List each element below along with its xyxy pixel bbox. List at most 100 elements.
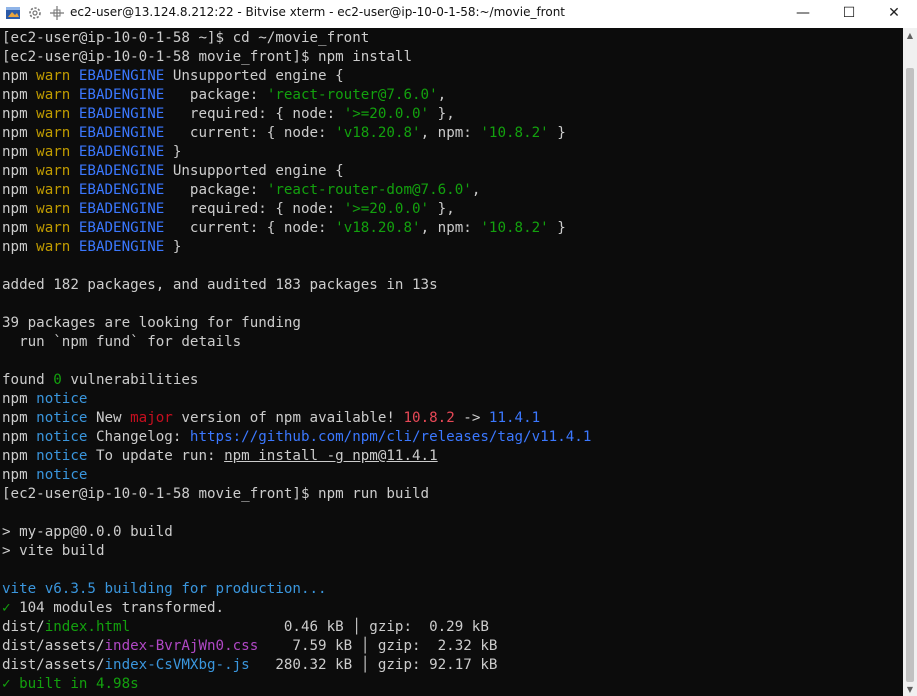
terminal-line: npm warn EBADENGINE current: { node: 'v1… [2,219,591,238]
terminal-line: npm warn EBADENGINE current: { node: 'v1… [2,124,591,143]
terminal-text-segment: EBADENGINE [78,163,165,179]
gear-icon[interactable] [26,4,44,22]
terminal-text-segment: current: { node: [164,125,336,141]
terminal-text-segment: 'react-router@7.6.0' [266,87,438,103]
terminal-line: npm warn EBADENGINE package: 'react-rout… [2,181,591,200]
terminal-text-segment: Unsupported engine { [164,163,344,179]
terminal-text-segment: run `npm fund` for details [2,334,242,350]
terminal-line: vite v6.3.5 building for production... [2,580,591,599]
terminal-text-segment: index-CsVMXbg-.js [104,657,250,673]
close-icon: ✕ [888,5,900,21]
terminal-text-segment: dist/assets/ [2,657,105,673]
terminal-line: found 0 vulnerabilities [2,371,591,390]
terminal-text-segment: 280.32 kB │ gzip: 92.17 kB [249,657,498,673]
move-crosshair-icon[interactable] [48,4,66,22]
bitvise-app-icon[interactable] [4,4,22,22]
terminal-text-segment: npm [2,391,37,407]
terminal-text-segment: npm [2,448,37,464]
terminal-text-segment: https://github.com/npm/cli/releases/tag/… [189,429,592,445]
terminal-line: dist/assets/index-CsVMXbg-.js 280.32 kB … [2,656,591,675]
terminal-text-segment: package: [164,182,267,198]
terminal-text-segment: EBADENGINE [78,220,165,236]
terminal-text-segment: warn [36,68,71,84]
terminal-line: npm notice New major version of npm avai… [2,409,591,428]
terminal-text-segment: To update run: [87,448,225,464]
terminal-text-segment: index.html [44,619,131,635]
terminal-text-segment: 39 packages are looking for funding [2,315,301,331]
terminal-text-segment: warn [36,144,71,160]
terminal-text-segment: warn [36,163,71,179]
title-bar[interactable]: ec2-user@13.124.8.212:22 - Bitvise xterm… [0,0,917,26]
terminal-text-segment: '10.8.2' [480,125,549,141]
terminal-text-segment: ✓ built in 4.98s [2,676,139,692]
terminal-line: ✓ 104 modules transformed. [2,599,591,618]
terminal-text-segment: current: { node: [164,220,336,236]
terminal-text-segment: warn [36,182,71,198]
terminal-text-segment: npm [2,106,37,122]
terminal-line: [ec2-user@ip-10-0-1-58 ~]$ cd ~/movie_fr… [2,29,591,48]
terminal-text-segment: 0 [53,372,62,388]
terminal-text-segment: , [437,87,447,103]
terminal-text-segment: npm [2,239,37,255]
terminal-text-segment: 'v18.20.8' [335,125,421,141]
terminal-text-segment: EBADENGINE [78,239,165,255]
terminal-text-segment: , npm: [420,125,481,141]
minimize-button[interactable]: — [780,0,826,26]
terminal-text-segment: 10.8.2 [403,410,455,426]
terminal-text-segment: notice [36,429,88,445]
terminal-text-segment: [ec2-user@ip-10-0-1-58 ~]$ cd ~/movie_fr… [2,30,370,46]
terminal-text-segment: npm [2,68,37,84]
terminal-text-segment: required: { node: [164,201,344,217]
terminal-text-segment: > my-app@0.0.0 build [2,524,173,540]
terminal-text-segment: } [164,239,182,255]
terminal-window: ec2-user@13.124.8.212:22 - Bitvise xterm… [0,0,917,696]
maximize-button[interactable]: ☐ [826,0,872,26]
terminal-text-segment: npm [2,429,37,445]
terminal-text-segment: }, [429,201,455,217]
terminal-text-segment: dist/assets/ [2,638,105,654]
terminal-text-segment: package: [164,87,267,103]
vertical-scrollbar[interactable]: ▲ ▼ [903,28,917,696]
terminal-line: npm warn EBADENGINE } [2,238,591,257]
terminal-text-segment: npm [2,410,37,426]
terminal-line: npm warn EBADENGINE required: { node: '>… [2,200,591,219]
terminal-text-segment: major [130,410,173,426]
terminal-text-segment: notice [36,467,88,483]
terminal-text-segment: New [87,410,131,426]
terminal-text-segment: > vite build [2,543,105,559]
terminal-text-segment: version of npm available! [172,410,404,426]
scroll-down-arrow-icon[interactable]: ▼ [903,682,917,696]
scrollbar-thumb[interactable] [906,68,914,682]
terminal-line: npm notice Changelog: https://github.com… [2,428,591,447]
terminal-output[interactable]: [ec2-user@ip-10-0-1-58 ~]$ cd ~/movie_fr… [0,28,903,696]
terminal-line: ✓ built in 4.98s [2,675,591,694]
terminal-line: run `npm fund` for details [2,333,591,352]
terminal-text-segment: '>=20.0.0' [343,106,430,122]
terminal-text-segment: index-BvrAjWn0.css [104,638,259,654]
scroll-up-arrow-icon[interactable]: ▲ [903,28,917,42]
terminal-text-segment: 104 modules transformed. [10,600,225,616]
terminal-text-segment: 'react-router-dom@7.6.0' [266,182,472,198]
terminal-line: > my-app@0.0.0 build [2,523,591,542]
terminal-text-segment: 0.46 kB │ gzip: 0.29 kB [130,619,489,635]
terminal-text-segment: 11.4.1 [488,410,541,426]
terminal-line: npm warn EBADENGINE Unsupported engine { [2,162,591,181]
terminal-line: 39 packages are looking for funding [2,314,591,333]
terminal-text-segment: added 182 packages, and audited 183 pack… [2,277,438,293]
terminal-text-segment: warn [36,239,71,255]
terminal-line: npm notice [2,390,591,409]
terminal-text-segment: '>=20.0.0' [343,201,430,217]
terminal-line: npm notice To update run: npm install -g… [2,447,591,466]
terminal-line: [ec2-user@ip-10-0-1-58 movie_front]$ npm… [2,48,591,67]
terminal-line: npm warn EBADENGINE Unsupported engine { [2,67,591,86]
close-button[interactable]: ✕ [871,0,917,26]
terminal-text-segment: -> [454,410,489,426]
